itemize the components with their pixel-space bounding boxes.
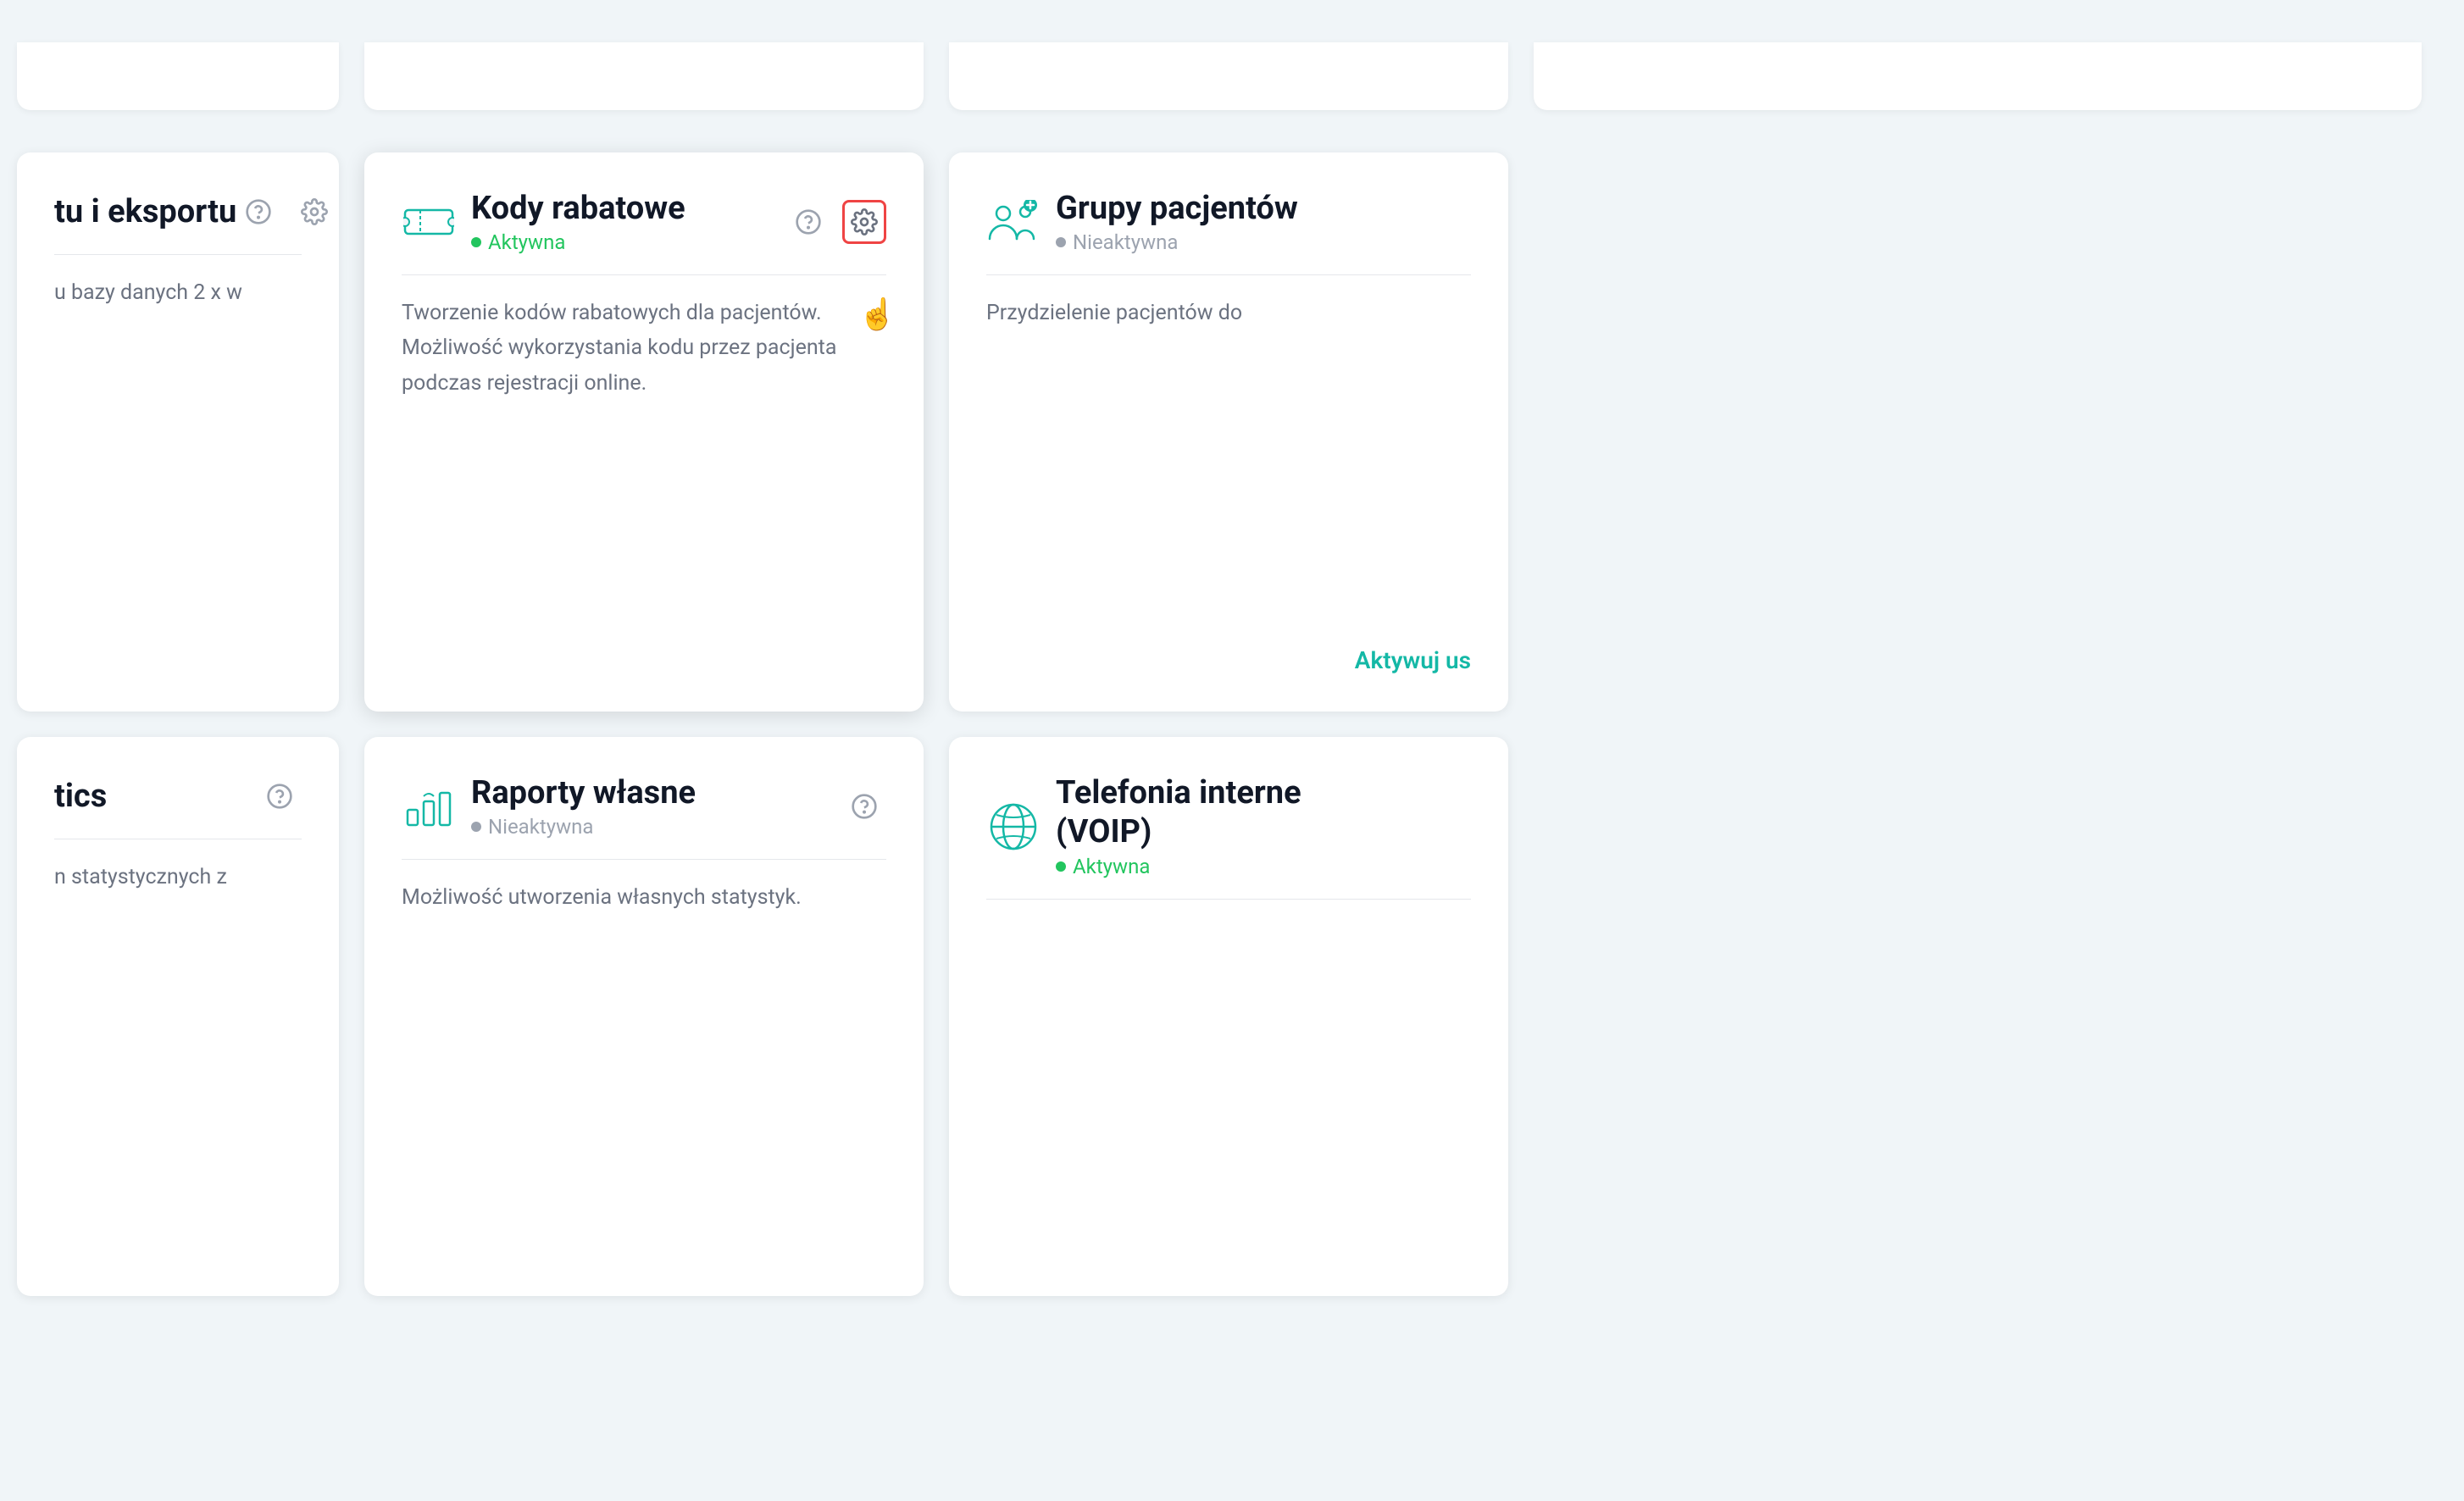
help-button[interactable] — [842, 784, 886, 828]
globe-icon — [988, 801, 1039, 852]
kody-rabatowe-icon — [402, 195, 456, 249]
card-status: Nieaktywna — [471, 815, 696, 839]
help-icon — [266, 783, 293, 810]
telefonia-card: Telefonia interne (VOIP) Aktywna — [949, 737, 1508, 1296]
card-title: Kody rabatowe — [471, 190, 685, 227]
card-description: Tworzenie kodów rabatowych dla pacjentów… — [402, 296, 886, 401]
help-button[interactable] — [236, 190, 280, 234]
chart-icon — [406, 786, 452, 827]
help-icon — [851, 793, 878, 820]
card-actions: ☝ — [786, 200, 886, 244]
card-name-group: Kody rabatowe Aktywna — [471, 190, 685, 254]
help-icon — [795, 208, 822, 235]
card-header: Telefonia interne (VOIP) Aktywna — [986, 774, 1471, 878]
card-title: tu i eksportu — [54, 193, 236, 230]
settings-button[interactable] — [292, 190, 336, 234]
card-title: Raporty własne — [471, 774, 696, 811]
top-right-partial-card — [1534, 42, 2422, 110]
ticket-icon — [403, 203, 454, 241]
bot-right-partial — [1534, 737, 2422, 1296]
card-title-inner: Raporty własne Nieaktywna — [402, 774, 696, 839]
mid-right-partial — [1534, 152, 2422, 712]
card-header: tics — [54, 774, 302, 818]
card-header: Raporty własne Nieaktywna — [402, 774, 886, 839]
kody-rabatowe-card: Kody rabatowe Aktywna — [364, 152, 924, 712]
card-title-inner: Telefonia interne (VOIP) Aktywna — [986, 774, 1301, 878]
help-button[interactable] — [258, 774, 302, 818]
help-button[interactable] — [786, 200, 830, 244]
card-title: tics — [54, 778, 107, 815]
analytics-card: tics n statystycznych z — [17, 737, 339, 1296]
card-name-group: Raporty własne Nieaktywna — [471, 774, 696, 839]
settings-button-highlighted[interactable] — [842, 200, 886, 244]
status-dot — [471, 237, 481, 247]
card-title: Telefonia interne (VOIP) — [1056, 774, 1301, 851]
grupy-pacjentow-card: Grupy pacjentów Nieaktywna Przydzielenie… — [949, 152, 1508, 712]
viewport: tu i eksportu — [0, 0, 2464, 1501]
grupy-pacjentow-icon — [986, 195, 1041, 249]
card-actions — [258, 774, 302, 818]
card-status: Aktywna — [1056, 855, 1301, 878]
card-header: Kody rabatowe Aktywna — [402, 190, 886, 254]
top-center2-partial-card — [949, 42, 1508, 110]
status-label: Aktywna — [1073, 855, 1150, 878]
main-grid: tu i eksportu — [0, 0, 2464, 1501]
divider — [54, 254, 302, 255]
divider — [402, 274, 886, 275]
raporty-icon — [402, 779, 456, 834]
card-title: Grupy pacjentów — [1056, 190, 1298, 227]
status-dot — [1056, 237, 1066, 247]
top-center1-partial-card — [364, 42, 924, 110]
status-dot — [1056, 861, 1066, 872]
card-header: Grupy pacjentów Nieaktywna — [986, 190, 1471, 254]
gear-icon — [851, 208, 878, 235]
card-status: Nieaktywna — [1056, 230, 1298, 254]
card-description: Przydzielenie pacjentów do — [986, 296, 1471, 330]
card-name-group: Grupy pacjentów Nieaktywna — [1056, 190, 1298, 254]
group-icon — [986, 200, 1041, 244]
card-description: u bazy danych 2 x w — [54, 275, 302, 310]
raporty-wlasne-card: Raporty własne Nieaktywna — [364, 737, 924, 1296]
help-icon — [245, 198, 272, 225]
card-description: n statystycznych z — [54, 860, 302, 895]
status-label: Nieaktywna — [1073, 230, 1178, 254]
gear-icon — [301, 198, 328, 225]
card-title-inner: tu i eksportu — [54, 193, 236, 230]
card-title-inner: Kody rabatowe Aktywna — [402, 190, 685, 254]
card-actions — [236, 190, 336, 234]
divider — [986, 274, 1471, 275]
status-label: Nieaktywna — [488, 815, 593, 839]
divider — [402, 859, 886, 860]
card-title-inner: tics — [54, 778, 107, 815]
top-left-partial-card — [17, 42, 339, 110]
card-status: Aktywna — [471, 230, 685, 254]
status-label: Aktywna — [488, 230, 565, 254]
divider — [986, 899, 1471, 900]
card-actions — [842, 784, 886, 828]
card-name-group: Telefonia interne (VOIP) Aktywna — [1056, 774, 1301, 878]
status-dot — [471, 822, 481, 832]
card-title-inner: Grupy pacjentów Nieaktywna — [986, 190, 1298, 254]
card-header: tu i eksportu — [54, 190, 302, 234]
import-export-card: tu i eksportu — [17, 152, 339, 712]
activate-link[interactable]: Aktywuj us — [1355, 646, 1471, 674]
telefonia-icon — [986, 800, 1041, 854]
card-description: Możliwość utworzenia własnych statystyk. — [402, 880, 886, 915]
